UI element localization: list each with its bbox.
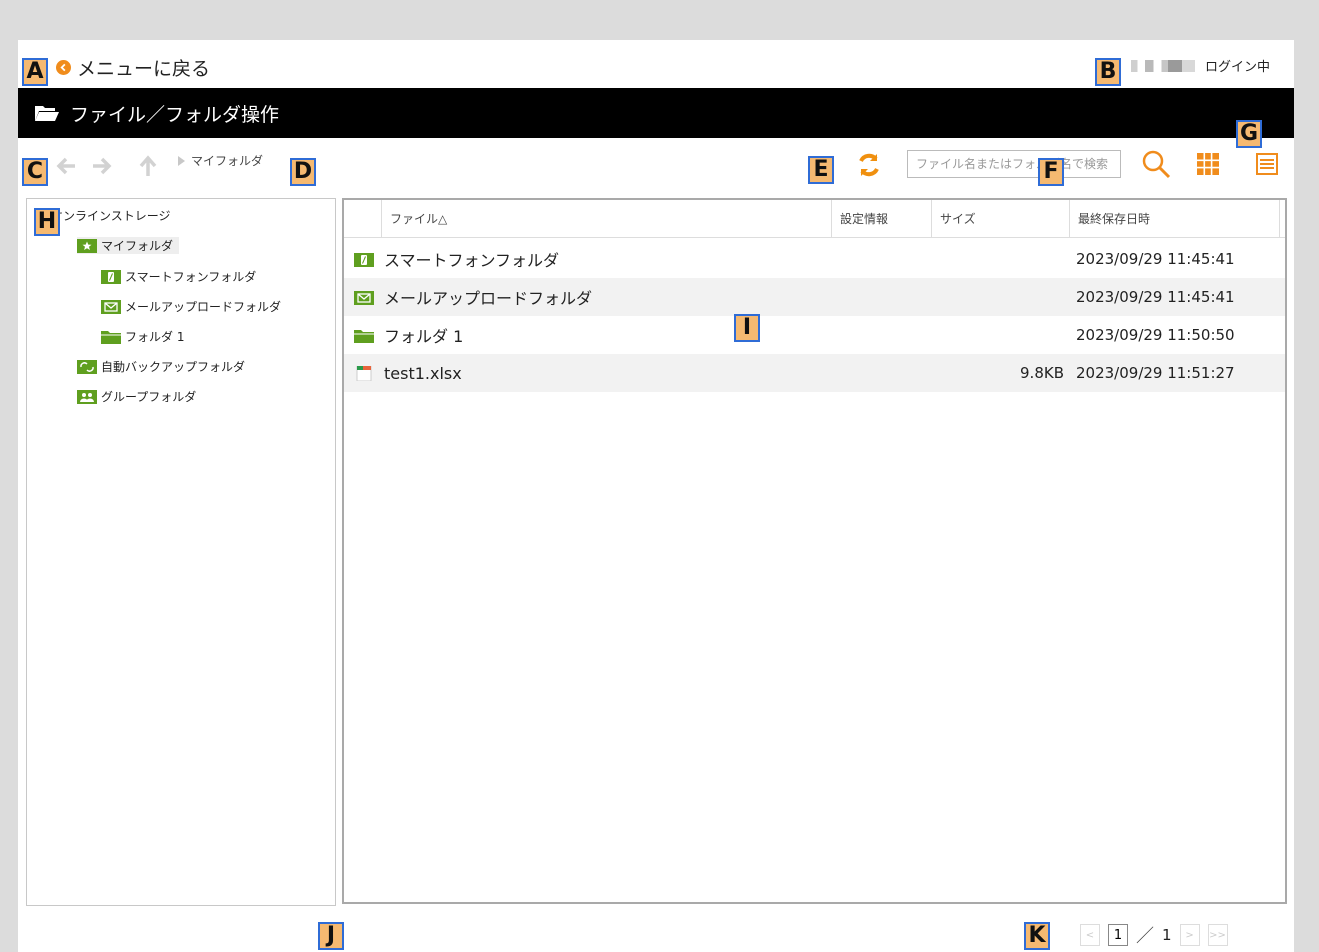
tree-root-label: オンラインストレージ [51,209,171,223]
file-date: 2023/09/29 11:45:41 [1076,288,1235,306]
marker-b: B [1095,58,1121,86]
file-date: 2023/09/29 11:50:50 [1076,326,1235,344]
arrow-left-icon [56,157,75,175]
title-bar: ファイル／フォルダ操作 [18,88,1294,138]
next-page-button[interactable]: > [1179,924,1200,946]
header-settings[interactable]: 設定情報 [832,200,932,238]
header-icon-column [344,200,382,238]
search-input[interactable] [907,150,1121,178]
list-view-icon[interactable] [1254,151,1280,177]
page-separator: ／ [1136,926,1154,947]
backup-folder-icon [77,359,97,374]
file-size [984,240,1064,278]
file-name-cell: フォルダ 1 [354,316,463,354]
table-row[interactable]: test1.xlsx 9.8KB 2023/09/29 11:51:27 [344,354,1285,392]
marker-k: K [1024,922,1050,950]
header-size[interactable]: サイズ [932,200,1070,238]
star-folder-icon [77,238,97,253]
breadcrumb[interactable]: マイフォルダ [178,152,263,169]
tree-item-label: マイフォルダ [101,239,174,253]
tree-item-label: メールアップロードフォルダ [125,300,282,314]
tree-item-label: 自動バックアップフォルダ [101,360,246,374]
arrow-right-icon [93,157,112,175]
file-size: 9.8KB [1020,364,1064,382]
tree-item-smartphone-folder[interactable]: スマートフォンフォルダ [101,268,256,285]
folder-tree: オンラインストレージ マイフォルダ スマートフォンフォルダ メールアップロードフ… [26,198,336,906]
marker-h: H [34,208,60,236]
breadcrumb-item: マイフォルダ [191,154,264,168]
tree-item-label: グループフォルダ [101,390,197,404]
file-list: ファイル△ 設定情報 サイズ 最終保存日時 スマートフォンフォルダ 2023/0… [342,198,1287,904]
file-name-cell: スマートフォンフォルダ [354,240,559,278]
tree-item-label: フォルダ 1 [125,330,185,344]
prev-page-button[interactable]: < [1080,924,1100,946]
tree-item-label: スマートフォンフォルダ [125,270,257,284]
search-icon[interactable] [1140,148,1172,180]
back-to-menu-label: メニューに戻る [77,58,211,80]
marker-g: G [1236,120,1262,148]
page-total: 1 [1162,926,1172,944]
login-status-label: ログイン中 [1204,60,1270,75]
back-to-menu-link[interactable]: メニューに戻る [56,54,210,81]
back-arrow-icon [56,60,71,75]
excel-file-icon [354,365,374,381]
pagination: < ／ 1 > >> [1080,922,1228,948]
marker-f: F [1038,158,1064,186]
refresh-icon[interactable] [854,150,884,180]
header-file-name[interactable]: ファイル△ [382,200,832,238]
file-name: test1.xlsx [384,363,462,383]
file-date: 2023/09/29 11:51:27 [1076,364,1235,382]
file-size [984,316,1064,354]
up-folder-button[interactable] [136,154,160,178]
grid-view-icon[interactable] [1195,151,1221,177]
file-name-cell: test1.xlsx [354,354,462,392]
breadcrumb-arrow-icon [178,155,185,166]
marker-e: E [808,156,834,184]
header-last-saved[interactable]: 最終保存日時 [1070,200,1280,238]
mail-folder-icon [101,299,121,314]
folder-icon [101,329,121,344]
marker-j: J [318,922,344,950]
table-row[interactable]: メールアップロードフォルダ 2023/09/29 11:45:41 [344,278,1285,316]
folder-icon [354,328,374,343]
file-name-cell: メールアップロードフォルダ [354,278,592,316]
page-title: ファイル／フォルダ操作 [70,103,280,126]
tree-item-my-folder[interactable]: マイフォルダ [77,237,180,254]
smartphone-folder-icon [101,269,121,284]
tree-item-folder-1[interactable]: フォルダ 1 [101,328,184,345]
tree-item-group-folder[interactable]: グループフォルダ [77,388,196,405]
forward-button[interactable] [90,154,114,178]
file-list-header: ファイル△ 設定情報 サイズ 最終保存日時 [344,200,1285,238]
marker-a: A [22,58,48,86]
mail-folder-icon [354,290,374,305]
table-row[interactable]: スマートフォンフォルダ 2023/09/29 11:45:41 [344,240,1285,278]
open-folder-icon [35,106,59,121]
page-number-input[interactable] [1108,924,1128,946]
table-row[interactable]: フォルダ 1 2023/09/29 11:50:50 [344,316,1285,354]
marker-i: I [734,314,760,342]
file-name: メールアップロードフォルダ [384,289,593,308]
file-date: 2023/09/29 11:45:41 [1076,250,1235,268]
file-name: スマートフォンフォルダ [384,251,560,270]
app-panel: メニューに戻る ログイン中 ファイル／フォルダ操作 マイフォルダ ファイル名また… [18,40,1294,952]
arrow-up-icon [139,155,157,176]
file-size [984,278,1064,316]
toolbar: マイフォルダ [18,138,1294,194]
marker-d: D [290,158,316,186]
back-button[interactable] [54,154,78,178]
tree-item-mail-upload-folder[interactable]: メールアップロードフォルダ [101,298,281,315]
file-name: フォルダ 1 [384,327,464,346]
group-folder-icon [77,389,97,404]
smartphone-folder-icon [354,252,374,267]
last-page-button[interactable]: >> [1207,924,1228,946]
user-status: ログイン中 [1130,56,1270,75]
tree-item-auto-backup-folder[interactable]: 自動バックアップフォルダ [77,358,245,375]
marker-c: C [22,158,48,186]
user-name-redacted [1130,59,1195,72]
